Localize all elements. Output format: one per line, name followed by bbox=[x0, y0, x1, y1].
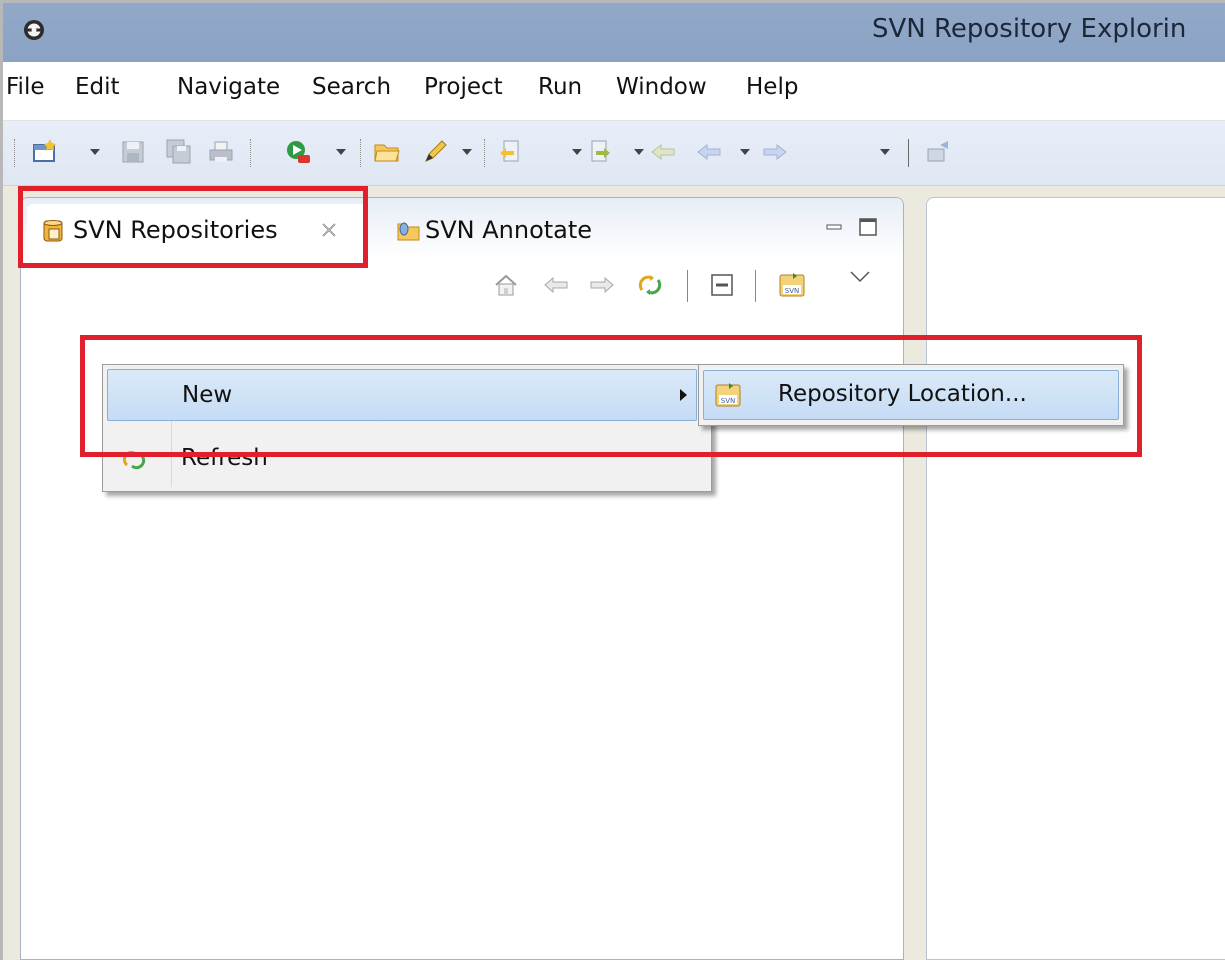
pin-icon[interactable] bbox=[924, 137, 954, 167]
menu-edit[interactable]: Edit bbox=[75, 74, 120, 100]
toolbar-separator bbox=[250, 139, 251, 167]
menu-bar: File Edit Navigate Search Project Run Wi… bbox=[0, 62, 1225, 121]
main-toolbar bbox=[0, 121, 1225, 186]
window-title: SVN Repository Explorin bbox=[872, 14, 1187, 44]
menu-run[interactable]: Run bbox=[538, 74, 582, 100]
menu-file[interactable]: File bbox=[6, 74, 45, 100]
save-icon[interactable] bbox=[118, 137, 148, 167]
maximize-icon[interactable] bbox=[857, 216, 879, 238]
menu-window[interactable]: Window bbox=[616, 74, 707, 100]
back-arrow-icon[interactable] bbox=[541, 270, 571, 300]
tab-svn-repositories[interactable]: SVN Repositories bbox=[27, 204, 367, 258]
save-all-icon[interactable] bbox=[164, 137, 194, 167]
home-icon[interactable] bbox=[491, 270, 521, 300]
title-bar: SVN Repository Explorin bbox=[0, 0, 1225, 62]
new-dropdown-arrow[interactable] bbox=[90, 149, 100, 155]
back-nav-icon[interactable] bbox=[694, 137, 724, 167]
menu-project[interactable]: Project bbox=[424, 74, 503, 100]
new-wizard-icon[interactable] bbox=[30, 137, 60, 167]
refresh-icon[interactable] bbox=[635, 270, 665, 300]
menu-item-repository-location[interactable]: SVN Repository Location... bbox=[703, 370, 1119, 420]
view-toolbar: SVN bbox=[21, 260, 903, 316]
menu-item-new-label: New bbox=[182, 382, 233, 408]
next-dropdown-arrow[interactable] bbox=[572, 149, 582, 155]
toolbar-separator bbox=[14, 139, 15, 167]
next-annotation-icon[interactable] bbox=[496, 137, 526, 167]
toolbar-separator bbox=[908, 139, 909, 167]
back-dropdown-arrow[interactable] bbox=[740, 149, 750, 155]
menu-help[interactable]: Help bbox=[746, 74, 798, 100]
repository-icon bbox=[41, 218, 67, 244]
eclipse-app-icon[interactable] bbox=[22, 18, 46, 42]
collapse-all-icon[interactable] bbox=[707, 270, 737, 300]
tab-svn-annotate-label: SVN Annotate bbox=[425, 216, 593, 244]
menu-item-refresh-label: Refresh bbox=[181, 445, 268, 471]
svn-repository-location-icon: SVN bbox=[714, 381, 742, 409]
prev-annotation-icon[interactable] bbox=[584, 137, 614, 167]
submenu-arrow-icon bbox=[680, 389, 687, 401]
close-icon[interactable] bbox=[319, 220, 339, 240]
refresh-icon bbox=[121, 447, 147, 473]
new-repository-location-icon[interactable]: SVN bbox=[777, 270, 807, 300]
view-toolbar-separator bbox=[755, 270, 756, 302]
eclipse-window: SVN Repository Explorin File Edit Naviga… bbox=[0, 0, 1225, 960]
minimize-icon[interactable] bbox=[823, 216, 845, 238]
tab-svn-repositories-label: SVN Repositories bbox=[73, 216, 278, 244]
tab-svn-annotate[interactable]: SVN Annotate bbox=[369, 204, 629, 258]
toolbar-separator bbox=[360, 139, 361, 167]
editor-area bbox=[926, 197, 1225, 960]
context-menu: New Refresh bbox=[102, 364, 712, 492]
forward-dropdown-arrow[interactable] bbox=[880, 149, 890, 155]
menu-item-repository-location-label: Repository Location... bbox=[778, 381, 1027, 407]
svg-text:SVN: SVN bbox=[785, 287, 799, 295]
forward-icon[interactable] bbox=[760, 137, 790, 167]
forward-arrow-icon[interactable] bbox=[587, 270, 617, 300]
menu-navigate[interactable]: Navigate bbox=[177, 74, 280, 100]
back-icon[interactable] bbox=[648, 137, 678, 167]
view-tab-strip: SVN Repositories SVN Annotate bbox=[21, 198, 903, 258]
menu-item-refresh[interactable]: Refresh bbox=[107, 437, 697, 485]
pencil-dropdown-arrow[interactable] bbox=[462, 149, 472, 155]
open-folder-icon[interactable] bbox=[372, 137, 402, 167]
menu-item-new[interactable]: New bbox=[107, 369, 697, 421]
view-menu-icon[interactable] bbox=[845, 264, 875, 294]
toolbar-separator bbox=[484, 139, 485, 167]
prev-dropdown-arrow[interactable] bbox=[634, 149, 644, 155]
menu-search[interactable]: Search bbox=[312, 74, 391, 100]
pencil-icon[interactable] bbox=[420, 137, 450, 167]
annotate-icon bbox=[395, 218, 421, 244]
print-icon[interactable] bbox=[206, 137, 236, 167]
new-submenu: SVN Repository Location... bbox=[698, 364, 1124, 426]
svn-repositories-view: SVN Repositories SVN Annotate SVN bbox=[20, 197, 904, 960]
run-icon[interactable] bbox=[284, 137, 314, 167]
run-dropdown-arrow[interactable] bbox=[336, 149, 346, 155]
svg-text:SVN: SVN bbox=[721, 397, 735, 405]
view-toolbar-separator bbox=[687, 270, 688, 302]
